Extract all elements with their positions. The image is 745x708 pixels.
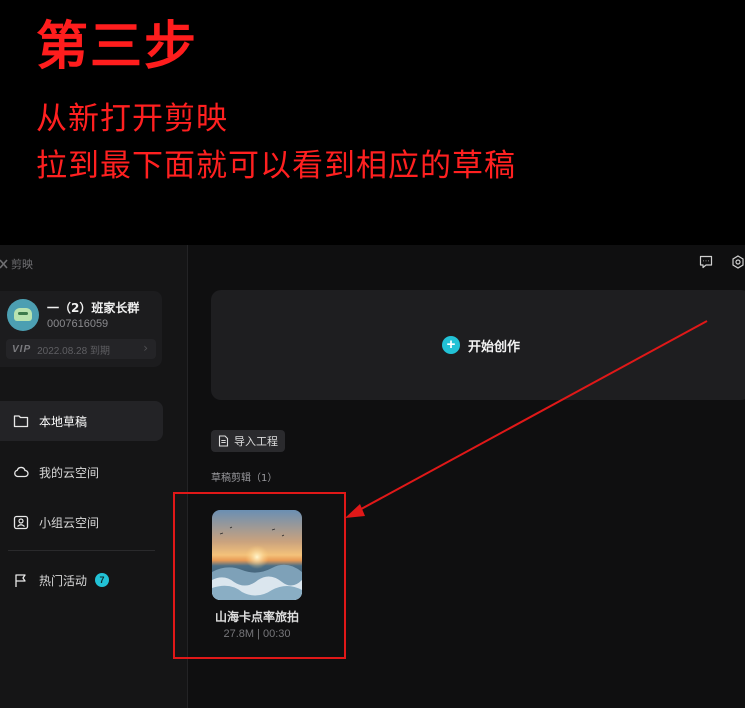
vip-badge: VIP <box>12 343 32 355</box>
sidebar-divider <box>8 550 155 551</box>
document-icon <box>218 435 229 447</box>
sidebar-item-group-cloud[interactable]: 小组云空间 <box>0 502 163 542</box>
group-cloud-icon <box>13 515 29 529</box>
draft-thumbnail[interactable] <box>212 510 302 600</box>
sidebar-item-my-cloud[interactable]: 我的云空间 <box>0 452 163 492</box>
main-panel: + 开始创作 导入工程 草稿剪辑（1） 山海卡点率旅拍 27.8M | 00:3… <box>189 245 745 708</box>
profile-card[interactable]: 一（2）班家长群 0007616059 VIP 2022.08.28 到期 › <box>0 291 162 367</box>
tutorial-banner: 第三步 从新打开剪映 拉到最下面就可以看到相应的草稿 <box>0 0 745 245</box>
app-logo-icon <box>0 259 8 269</box>
import-project-button[interactable]: 导入工程 <box>211 430 285 452</box>
sidebar-item-label: 我的云空间 <box>39 465 100 480</box>
import-project-label: 导入工程 <box>234 435 278 448</box>
step-instruction-2: 拉到最下面就可以看到相应的草稿 <box>36 148 516 184</box>
vip-expiry: 2022.08.28 到期 <box>37 345 110 357</box>
start-creation-button[interactable]: + 开始创作 <box>441 336 520 355</box>
avatar[interactable] <box>7 299 39 331</box>
notification-badge: 7 <box>95 573 110 587</box>
draft-title: 山海卡点率旅拍 <box>214 610 299 624</box>
cloud-icon <box>14 466 29 478</box>
folder-icon <box>13 415 29 428</box>
settings-icon[interactable] <box>731 255 745 269</box>
sidebar-item-local-drafts[interactable]: 本地草稿 <box>0 401 163 441</box>
drafts-section-label: 草稿剪辑（1） <box>211 473 278 484</box>
chevron-right-icon: › <box>143 341 148 355</box>
start-creation-label: 开始创作 <box>467 339 520 355</box>
sidebar-item-hot-events[interactable]: 热门活动 7 <box>0 560 163 600</box>
sidebar: 剪映 一（2）班家长群 0007616059 VIP 2022.08.28 到期… <box>0 245 188 708</box>
sidebar-item-label: 小组云空间 <box>39 515 100 530</box>
step-instruction-1: 从新打开剪映 <box>36 101 228 137</box>
step-title: 第三步 <box>36 17 199 77</box>
sidebar-item-label: 热门活动 <box>39 573 88 588</box>
sidebar-item-label: 本地草稿 <box>39 414 88 429</box>
start-creation-card[interactable]: + 开始创作 <box>211 290 745 400</box>
flag-icon <box>15 573 26 587</box>
profile-name: 一（2）班家长群 <box>47 301 140 315</box>
vip-status-bar[interactable]: VIP 2022.08.28 到期 › <box>6 339 156 359</box>
plus-icon: + <box>441 336 460 354</box>
jianying-app-window: 剪映 一（2）班家长群 0007616059 VIP 2022.08.28 到期… <box>0 245 745 708</box>
top-toolbar <box>699 255 745 269</box>
seascape-sunset-image <box>212 510 302 600</box>
draft-meta: 27.8M | 00:30 <box>223 628 291 640</box>
profile-id: 0007616059 <box>47 318 109 330</box>
feedback-icon[interactable] <box>699 255 713 269</box>
app-brand: 剪映 <box>0 256 33 272</box>
draft-item[interactable]: 山海卡点率旅拍 27.8M | 00:30 <box>212 510 302 640</box>
app-brand-label: 剪映 <box>11 258 33 271</box>
